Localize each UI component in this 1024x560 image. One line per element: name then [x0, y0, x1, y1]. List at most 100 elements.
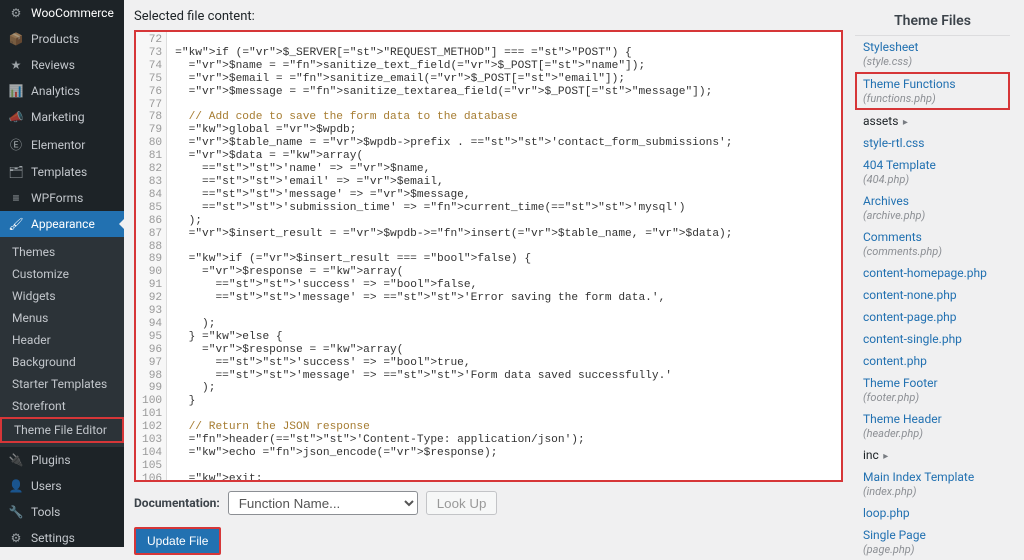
sidebar-sub-widgets[interactable]: Widgets [0, 285, 124, 307]
side-item-label: WooCommerce [31, 6, 114, 20]
doc-function-select[interactable]: Function Name... [228, 491, 418, 515]
side-item-label: Analytics [31, 84, 80, 98]
settings-icon: ⚙ [8, 531, 24, 545]
update-file-button[interactable]: Update File [134, 527, 221, 555]
sidebar-item-plugins[interactable]: 🔌 Plugins [0, 447, 124, 473]
sidebar-sub-customize[interactable]: Customize [0, 263, 124, 285]
file-sub-label: (style.css) [863, 55, 1002, 68]
file-404-template[interactable]: 404 Template(404.php) [855, 154, 1010, 190]
selected-file-label: Selected file content: [134, 9, 843, 24]
templates-icon: 🗂 [8, 165, 24, 179]
file-content-single-php[interactable]: content-single.php [855, 328, 1010, 350]
side-item-label: Templates [31, 165, 87, 179]
elementor-icon: Ⓔ [8, 136, 24, 153]
sidebar-sub-storefront[interactable]: Storefront [0, 395, 124, 417]
file-name-label: content.php [863, 354, 1002, 368]
sidebar-sub-header[interactable]: Header [0, 329, 124, 351]
file-name-label: 404 Template [863, 158, 1002, 172]
side-item-label: WPForms [31, 191, 83, 205]
plugins-icon: 🔌 [8, 453, 24, 467]
file-single-page[interactable]: Single Page(page.php) [855, 524, 1010, 560]
file-name-label: Main Index Template [863, 470, 1002, 484]
file-inc[interactable]: inc ▸ [855, 444, 1010, 466]
editor-code-area[interactable]: ="kw">if (="vr">$_SERVER[="st">"REQUEST_… [167, 32, 841, 480]
reviews-icon: ★ [8, 58, 24, 72]
sidebar-item-products[interactable]: 📦Products [0, 26, 124, 52]
theme-files-list: Stylesheet(style.css)Theme Functions(fun… [855, 35, 1010, 560]
file-comments[interactable]: Comments(comments.php) [855, 226, 1010, 262]
sidebar-item-users[interactable]: 👤 Users [0, 473, 124, 499]
wpforms-icon: ≡ [8, 191, 24, 205]
sidebar-sub-menus[interactable]: Menus [0, 307, 124, 329]
sidebar-sub-themes[interactable]: Themes [0, 241, 124, 263]
file-sub-label: (404.php) [863, 173, 1002, 186]
file-theme-footer[interactable]: Theme Footer(footer.php) [855, 372, 1010, 408]
file-content-homepage-php[interactable]: content-homepage.php [855, 262, 1010, 284]
file-loop-php[interactable]: loop.php [855, 502, 1010, 524]
sidebar-item-elementor[interactable]: Ⓔ Elementor [0, 130, 124, 159]
sidebar-item-wpforms[interactable]: ≡ WPForms [0, 185, 124, 211]
file-archives[interactable]: Archives(archive.php) [855, 190, 1010, 226]
file-content-none-php[interactable]: content-none.php [855, 284, 1010, 306]
sidebar-item-reviews[interactable]: ★Reviews [0, 52, 124, 78]
sidebar-item-templates[interactable]: 🗂 Templates [0, 159, 124, 185]
file-name-label: loop.php [863, 506, 1002, 520]
admin-sidebar: ⚙ WooCommerce 📦Products★Reviews 📊 Analytics 📣… [0, 0, 124, 547]
side-item-label: Settings [31, 531, 75, 545]
file-sub-label: (index.php) [863, 485, 1002, 498]
file-name-label: Theme Header [863, 412, 1002, 426]
file-sub-label: (footer.php) [863, 391, 1002, 404]
file-name-label: style-rtl.css [863, 136, 1002, 150]
code-editor[interactable]: 72 73 74 75 76 77 78 79 80 81 82 83 84 8… [134, 30, 843, 482]
file-name-label: Comments [863, 230, 1002, 244]
sidebar-item-appearance[interactable]: 🖌 Appearance [0, 211, 124, 237]
file-sub-label: (comments.php) [863, 245, 1002, 258]
file-name-label: Archives [863, 194, 1002, 208]
tools-icon: 🔧 [8, 505, 24, 519]
sidebar-item-analytics[interactable]: 📊 Analytics [0, 78, 124, 104]
users-icon: 👤 [8, 479, 24, 493]
appearance-icon: 🖌 [8, 217, 24, 231]
file-name-label: Single Page [863, 528, 1002, 542]
file-name-label: content-single.php [863, 332, 1002, 346]
side-item-label: Tools [31, 505, 60, 519]
file-sub-label: (functions.php) [863, 92, 1002, 105]
file-content-page-php[interactable]: content-page.php [855, 306, 1010, 328]
sidebar-sub-background[interactable]: Background [0, 351, 124, 373]
file-sub-label: (page.php) [863, 543, 1002, 556]
main-content: Selected file content: 72 73 74 75 76 77… [124, 0, 1024, 547]
sidebar-item-settings[interactable]: ⚙ Settings [0, 525, 124, 547]
sidebar-item-marketing[interactable]: 📣 Marketing [0, 104, 124, 130]
side-item-label: Marketing [31, 110, 85, 124]
file-theme-header[interactable]: Theme Header(header.php) [855, 408, 1010, 444]
side-item-label: Plugins [31, 453, 71, 467]
file-assets[interactable]: assets ▸ [855, 110, 1010, 132]
lookup-button[interactable]: Look Up [426, 491, 498, 515]
file-name-label: content-none.php [863, 288, 1002, 302]
woocommerce-icon: ⚙ [8, 6, 24, 20]
sidebar-sub-starter-templates[interactable]: Starter Templates [0, 373, 124, 395]
marketing-icon: 📣 [8, 110, 24, 124]
theme-files-heading: Theme Files [855, 9, 1010, 35]
side-item-label: Appearance [31, 217, 95, 231]
side-item-label: Products [31, 32, 79, 46]
sidebar-sub-theme-file-editor[interactable]: Theme File Editor [0, 417, 124, 443]
file-sub-label: (header.php) [863, 427, 1002, 440]
file-sub-label: (archive.php) [863, 209, 1002, 222]
sidebar-item-tools[interactable]: 🔧 Tools [0, 499, 124, 525]
file-theme-functions[interactable]: Theme Functions(functions.php) [855, 72, 1010, 110]
file-name-label: inc ▸ [863, 448, 1002, 462]
side-item-label: Users [31, 479, 62, 493]
folder-arrow-icon: ▸ [881, 451, 889, 462]
file-main-index-template[interactable]: Main Index Template(index.php) [855, 466, 1010, 502]
file-stylesheet[interactable]: Stylesheet(style.css) [855, 36, 1010, 72]
file-style-rtl-css[interactable]: style-rtl.css [855, 132, 1010, 154]
file-name-label: Theme Footer [863, 376, 1002, 390]
sidebar-item-woocommerce[interactable]: ⚙ WooCommerce [0, 0, 124, 26]
side-item-label: Elementor [31, 138, 85, 152]
file-content-php[interactable]: content.php [855, 350, 1010, 372]
analytics-icon: 📊 [8, 84, 24, 98]
editor-gutter: 72 73 74 75 76 77 78 79 80 81 82 83 84 8… [136, 32, 167, 480]
doc-label: Documentation: [134, 496, 220, 510]
file-name-label: Theme Functions [863, 77, 1002, 91]
